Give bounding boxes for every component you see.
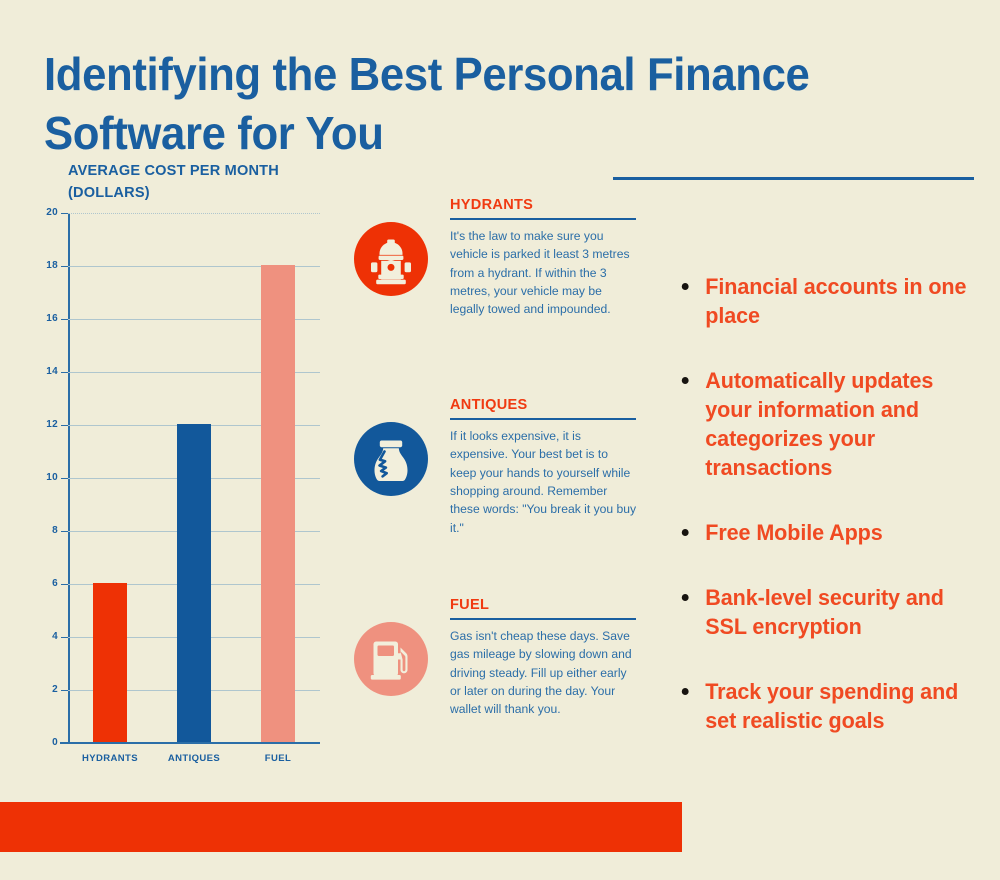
feature-list-item-label: Automatically updates your information a…	[705, 368, 934, 481]
section-divider	[450, 418, 636, 420]
fuel-pump-icon	[370, 641, 408, 680]
y-axis-tick	[61, 213, 68, 214]
y-axis-label: 18	[46, 260, 58, 271]
x-axis-line	[60, 742, 320, 744]
y-axis-tick	[61, 266, 68, 267]
bullet-dot-icon	[681, 688, 689, 696]
y-axis-label: 14	[46, 366, 58, 377]
feature-list-item: Free Mobile Apps	[670, 518, 984, 547]
y-axis-label: 16	[46, 313, 58, 324]
chart-bar	[261, 265, 295, 742]
section-heading: ANTIQUES	[450, 396, 528, 413]
y-axis-tick	[61, 584, 68, 585]
y-axis-tick	[61, 531, 68, 532]
section-heading: FUEL	[450, 596, 490, 613]
feature-list-item-label: Free Mobile Apps	[705, 520, 883, 546]
bullet-dot-icon	[681, 529, 689, 537]
y-axis-label: 4	[52, 631, 58, 642]
bullet-dot-icon	[681, 377, 689, 385]
chart-bar	[177, 424, 211, 742]
y-axis-label: 2	[52, 684, 58, 695]
y-axis-tick	[61, 425, 68, 426]
y-axis-label: 20	[46, 207, 58, 218]
section-text: Gas isn't cheap these days. Save gas mil…	[450, 629, 632, 717]
y-axis-tick	[61, 319, 68, 320]
bar-chart: AVERAGE COST PER MONTH (DOLLARS) 0 2 4 6 8 10…	[30, 155, 330, 775]
y-axis-label: 0	[52, 737, 58, 748]
bottom-accent-bar	[0, 802, 682, 852]
fire-hydrant-icon	[371, 239, 411, 285]
section-divider	[450, 618, 636, 620]
feature-list-item-label: Financial accounts in one place	[705, 274, 967, 329]
bullet-dot-icon	[681, 594, 689, 602]
section-body: ANTIQUES If it looks expensive, it is exp…	[450, 396, 640, 537]
chart-title: AVERAGE COST PER MONTH (DOLLARS)	[68, 162, 279, 201]
section-body: HYDRANTS It's the law to make sure you ve…	[450, 196, 640, 319]
y-axis-label: 6	[52, 578, 58, 589]
icon-circle	[354, 422, 428, 496]
section-text: It's the law to make sure you vehicle is…	[450, 229, 630, 317]
y-axis-tick	[61, 478, 68, 479]
y-axis-tick	[61, 743, 68, 744]
section-text: If it looks expensive, it is expensive. …	[450, 429, 637, 535]
feature-list-item: Financial accounts in one place	[670, 272, 984, 330]
y-axis-tick	[61, 637, 68, 638]
page-title: Identifying the Best Personal Finance So…	[44, 47, 810, 159]
y-axis-label: 10	[46, 472, 58, 483]
section-heading: HYDRANTS	[450, 196, 534, 213]
info-sections: HYDRANTS It's the law to make sure you ve…	[350, 196, 640, 796]
feature-list-item-label: Track your spending and set realistic go…	[705, 679, 959, 734]
icon-circle	[354, 222, 428, 296]
feature-list: Financial accounts in one place Automatic…	[670, 272, 990, 771]
info-section-antiques: ANTIQUES If it looks expensive, it is exp…	[350, 396, 640, 596]
info-section-hydrants: HYDRANTS It's the law to make sure you ve…	[350, 196, 640, 396]
icon-circle	[354, 622, 428, 696]
x-axis-label: FUEL	[264, 753, 292, 764]
bullet-dot-icon	[681, 283, 689, 290]
chart-bar	[93, 583, 127, 742]
feature-list-item-label: Bank-level security and SSL encryption	[705, 585, 944, 640]
gridline	[68, 213, 320, 215]
infographic-canvas: Identifying the Best Personal Finance So…	[0, 0, 1000, 880]
y-axis-label: 12	[46, 419, 58, 430]
feature-list-item: Bank-level security and SSL encryption	[670, 583, 984, 641]
section-divider	[450, 218, 636, 220]
y-axis-tick	[61, 690, 68, 691]
feature-list-item: Track your spending and set realistic go…	[670, 677, 984, 735]
y-axis-label: 8	[52, 525, 58, 536]
info-section-fuel: FUEL Gas isn't cheap these days. Save gas…	[350, 596, 640, 796]
feature-list-item: Automatically updates your information a…	[670, 366, 984, 482]
y-axis-tick	[61, 372, 68, 373]
cracked-vase-icon	[374, 440, 408, 481]
chart-plot-area: 0 2 4 6 8 10 12 14 16 18 20 HYDRANTS ANTIQUES FUEL	[46, 207, 320, 764]
right-column-divider	[613, 177, 974, 180]
section-body: FUEL Gas isn't cheap these days. Save gas…	[450, 596, 640, 719]
